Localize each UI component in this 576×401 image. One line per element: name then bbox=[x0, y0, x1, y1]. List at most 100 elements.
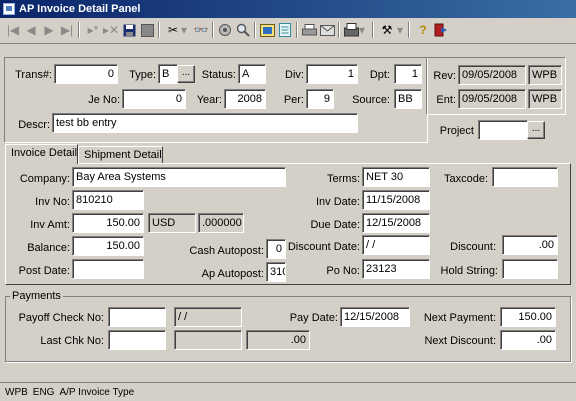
exit-icon[interactable] bbox=[432, 21, 450, 39]
description-field[interactable]: test bb entry bbox=[52, 113, 358, 133]
year-field[interactable]: 2008 bbox=[224, 89, 266, 109]
insert-record-icon[interactable]: ▸* bbox=[84, 21, 102, 39]
invno-label: Inv No: bbox=[35, 196, 70, 208]
tools-icon[interactable]: ⚒ bbox=[378, 21, 396, 39]
hold-string-field[interactable] bbox=[502, 259, 558, 279]
preview-icon[interactable] bbox=[216, 21, 234, 39]
status-bar: WPB ENG A/P Invoice Type bbox=[0, 382, 576, 401]
discount-date-field[interactable]: / / bbox=[362, 235, 430, 255]
year-label: Year: bbox=[196, 94, 222, 106]
duedate-label: Due Date: bbox=[310, 219, 360, 231]
type-lookup-button[interactable]: ... bbox=[177, 65, 195, 83]
status-field[interactable]: A bbox=[238, 64, 266, 84]
po-number-field[interactable]: 23123 bbox=[362, 259, 430, 279]
cash-autopost-label: Cash Autopost: bbox=[189, 245, 264, 257]
invoice-amount-field[interactable]: 150.00 bbox=[72, 213, 144, 233]
project-field[interactable] bbox=[478, 120, 528, 140]
title-bar: AP Invoice Detail Panel bbox=[0, 0, 576, 18]
project-lookup-button[interactable]: ... bbox=[527, 121, 545, 139]
pono-label: Po No: bbox=[326, 265, 360, 277]
payoff-date-field: / / bbox=[174, 307, 242, 327]
save-icon[interactable] bbox=[120, 21, 138, 39]
jeno-label: Je No: bbox=[88, 94, 120, 106]
dpt-field[interactable]: 1 bbox=[394, 64, 422, 84]
source-field[interactable]: BB bbox=[394, 89, 422, 109]
toolbar-separator bbox=[338, 22, 340, 38]
ap-autopost-field[interactable]: 310 bbox=[266, 262, 286, 282]
print-icon[interactable] bbox=[300, 21, 318, 39]
dropdown-arrow-icon[interactable]: ▾ bbox=[180, 21, 188, 39]
last-record-icon[interactable]: ▶| bbox=[58, 21, 76, 39]
dropdown-arrow-icon[interactable]: ▾ bbox=[396, 21, 404, 39]
taxcode-field[interactable] bbox=[492, 167, 558, 187]
toolbar-separator bbox=[254, 22, 256, 38]
notes-icon[interactable] bbox=[276, 21, 294, 39]
zoom-icon[interactable] bbox=[234, 21, 252, 39]
email-icon[interactable] bbox=[318, 21, 336, 39]
invoice-number-field[interactable]: 810210 bbox=[72, 190, 144, 210]
binoculars-icon[interactable]: 👓 bbox=[192, 21, 210, 39]
rev-date-field: 09/05/2008 bbox=[458, 65, 526, 85]
next-payment-label: Next Payment: bbox=[423, 312, 496, 324]
discount-label: Discount: bbox=[450, 241, 496, 253]
first-record-icon[interactable]: |◀ bbox=[4, 21, 22, 39]
status-label: Status: bbox=[201, 69, 236, 81]
invoice-date-field[interactable]: 11/15/2008 bbox=[362, 190, 430, 210]
next-discount-label: Next Discount: bbox=[424, 335, 496, 347]
cash-autopost-field[interactable]: 0 bbox=[266, 239, 286, 259]
discount-field[interactable]: .00 bbox=[502, 235, 558, 255]
help-icon[interactable]: ? bbox=[414, 21, 432, 39]
period-field[interactable]: 9 bbox=[306, 89, 334, 109]
status-context: A/P Invoice Type bbox=[59, 386, 135, 398]
next-discount-field[interactable]: .00 bbox=[500, 330, 556, 350]
toolbar-separator bbox=[158, 22, 160, 38]
toolbar-separator bbox=[408, 22, 410, 38]
invamt-label: Inv Amt: bbox=[30, 219, 70, 231]
company-field[interactable]: Bay Area Systems bbox=[72, 167, 286, 187]
div-field[interactable]: 1 bbox=[306, 64, 358, 84]
postdate-label: Post Date: bbox=[18, 265, 70, 277]
ent-date-field: 09/05/2008 bbox=[458, 89, 526, 109]
pay-date-field[interactable]: 12/15/2008 bbox=[340, 307, 410, 327]
status-user: WPB bbox=[5, 386, 28, 398]
payments-group-label: Payments bbox=[10, 290, 63, 302]
last-check-label: Last Chk No: bbox=[40, 335, 104, 347]
toolbar-separator bbox=[372, 22, 374, 38]
trans-label: Trans#: bbox=[15, 69, 52, 81]
ent-user-field: WPB bbox=[528, 89, 562, 109]
delete-record-icon[interactable]: ▸✕ bbox=[102, 21, 120, 39]
discdate-label: Discount Date: bbox=[287, 241, 360, 253]
toolbar-separator bbox=[78, 22, 80, 38]
cancel-icon[interactable] bbox=[138, 21, 156, 39]
payoff-check-field[interactable] bbox=[108, 307, 166, 327]
dropdown-arrow-icon[interactable]: ▾ bbox=[358, 21, 366, 39]
last-check-date-field bbox=[174, 330, 242, 350]
next-record-icon[interactable]: ▶ bbox=[40, 21, 58, 39]
payoff-check-label: Payoff Check No: bbox=[18, 312, 104, 324]
previous-record-icon[interactable]: ◀ bbox=[22, 21, 40, 39]
post-date-field[interactable] bbox=[72, 259, 144, 279]
descr-label: Descr: bbox=[18, 119, 50, 131]
currency-field: USD bbox=[148, 213, 196, 233]
status-language: ENG bbox=[32, 386, 55, 398]
toolbar: |◀ ◀ ▶ ▶| ▸* ▸✕ ✂ ▾ 👓 ▾ ⚒ ▾ ? bbox=[0, 18, 576, 44]
invdate-label: Inv Date: bbox=[315, 196, 360, 208]
type-label: Type: bbox=[129, 69, 156, 81]
due-date-field[interactable]: 12/15/2008 bbox=[362, 213, 430, 233]
last-check-amount-field: .00 bbox=[246, 330, 310, 350]
terms-field[interactable]: NET 30 bbox=[362, 167, 430, 187]
taxcode-label: Taxcode: bbox=[443, 173, 488, 185]
last-check-field[interactable] bbox=[108, 330, 166, 350]
rev-label: Rev: bbox=[433, 70, 456, 82]
next-payment-field[interactable]: 150.00 bbox=[500, 307, 556, 327]
balance-field[interactable]: 150.00 bbox=[72, 236, 144, 256]
trans-field[interactable]: 0 bbox=[54, 64, 118, 84]
type-field[interactable]: B bbox=[158, 64, 178, 84]
payments-group bbox=[5, 296, 571, 362]
jeno-field[interactable]: 0 bbox=[122, 89, 186, 109]
image-icon[interactable] bbox=[258, 21, 276, 39]
rev-user-field: WPB bbox=[528, 65, 562, 85]
tab-shipment-detail[interactable]: Shipment Detail bbox=[78, 146, 163, 164]
exchange-rate-field: .000000 bbox=[198, 213, 244, 233]
tab-invoice-detail[interactable]: Invoice Detail bbox=[5, 144, 78, 164]
